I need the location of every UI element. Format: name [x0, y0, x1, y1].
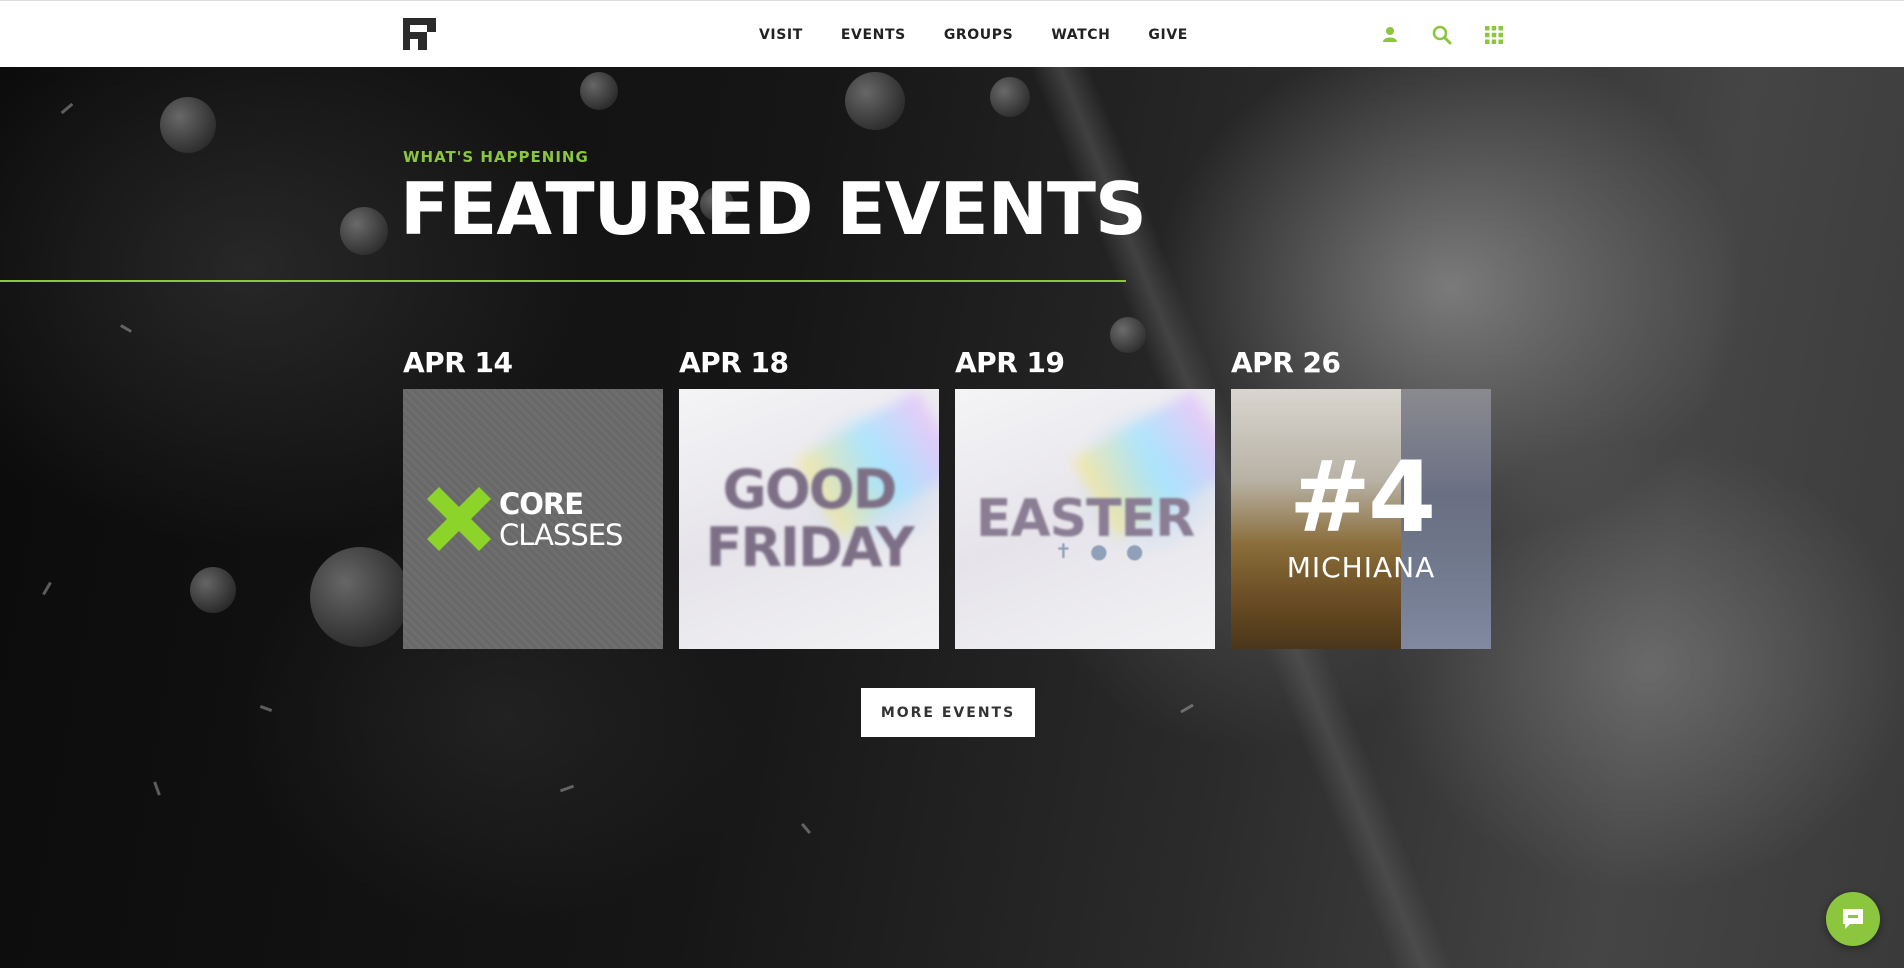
easter-symbols-icon: ✝ ● ●: [1055, 539, 1150, 563]
section-eyebrow: WHAT'S HAPPENING: [403, 148, 589, 166]
nav-events-link[interactable]: EVENTS: [822, 27, 925, 43]
section-title: FEATURED EVENTS: [400, 167, 1147, 251]
event-date: APR 14: [403, 346, 513, 379]
event-card-michiana[interactable]: APR 26 #4 MICHIANA: [1231, 347, 1491, 649]
event-card-good-friday[interactable]: APR 18 GOOD FRIDAY: [679, 347, 939, 649]
event-image-line2: MICHIANA: [1286, 551, 1436, 584]
background-confetti: [153, 781, 161, 796]
event-date: APR 19: [955, 346, 1065, 379]
event-image-line1: GOOD: [722, 458, 898, 521]
background-confetti: [800, 822, 812, 835]
event-image-caption: GOOD FRIDAY: [705, 458, 914, 579]
background-balloon: [340, 207, 388, 255]
event-image-line1: CORE: [499, 487, 584, 521]
event-image[interactable]: EASTER ✝ ● ●: [955, 389, 1215, 649]
nav-watch-link[interactable]: WATCH: [1032, 27, 1129, 43]
chat-icon: [1843, 909, 1863, 929]
background-balloon: [845, 72, 905, 130]
event-image[interactable]: #4 MICHIANA: [1231, 389, 1491, 649]
featured-events-section: WHAT'S HAPPENING FEATURED EVENTS APR 14 …: [0, 67, 1904, 968]
nav-visit-link[interactable]: VISIT: [740, 27, 822, 43]
event-image-caption: CORE CLASSES: [499, 487, 623, 552]
background-confetti: [42, 581, 52, 596]
background-confetti: [1180, 703, 1194, 714]
background-balloon: [580, 72, 618, 110]
logo-icon[interactable]: [403, 18, 436, 50]
event-image[interactable]: GOOD FRIDAY: [679, 389, 939, 649]
event-cards: APR 14 CORE CLASSES APR 18 GOOD FRIDAY A…: [403, 347, 1491, 649]
title-divider: [0, 280, 1126, 282]
nav-give-link[interactable]: GIVE: [1129, 27, 1207, 43]
nav-icon-group: [1380, 1, 1504, 68]
event-card-easter[interactable]: APR 19 EASTER ✝ ● ●: [955, 347, 1215, 649]
background-balloon: [190, 567, 236, 613]
background-confetti: [120, 324, 132, 333]
background-balloon: [990, 77, 1030, 117]
background-confetti: [60, 102, 74, 115]
background-balloon: [310, 547, 410, 647]
more-events-button[interactable]: MORE EVENTS: [861, 688, 1035, 737]
top-navbar: VISIT EVENTS GROUPS WATCH GIVE: [0, 0, 1904, 67]
user-icon[interactable]: [1380, 25, 1400, 45]
event-image-line2: CLASSES: [499, 518, 623, 552]
event-date: APR 18: [679, 346, 789, 379]
event-image-line2: FRIDAY: [705, 516, 914, 579]
event-card-core-classes[interactable]: APR 14 CORE CLASSES: [403, 347, 663, 649]
chat-button[interactable]: [1826, 892, 1880, 946]
main-menu: VISIT EVENTS GROUPS WATCH GIVE: [740, 1, 1207, 68]
search-icon[interactable]: [1432, 25, 1452, 45]
background-balloon: [160, 97, 216, 153]
nav-groups-link[interactable]: GROUPS: [925, 27, 1033, 43]
event-date: APR 26: [1231, 346, 1341, 379]
background-confetti: [259, 705, 273, 712]
event-image-line1: #4: [1288, 441, 1436, 555]
event-image[interactable]: CORE CLASSES: [403, 389, 663, 649]
background-confetti: [559, 784, 575, 793]
grid-menu-icon[interactable]: [1484, 25, 1504, 45]
core-x-icon: [427, 487, 491, 551]
